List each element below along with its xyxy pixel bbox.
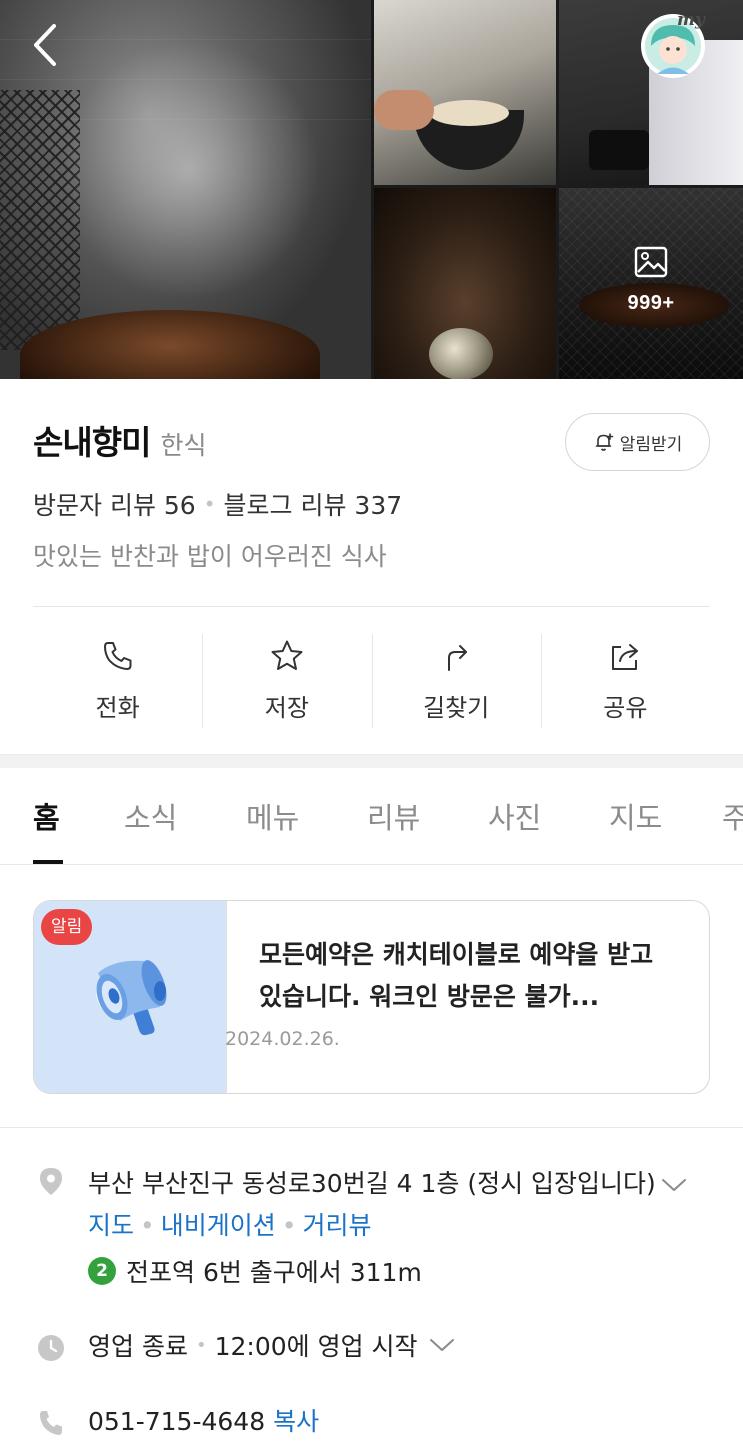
clock-icon [38,1335,64,1361]
more-photos-overlay[interactable] [559,188,743,379]
separator-dot: • [140,1211,155,1240]
map-link[interactable]: 지도 [88,1211,134,1240]
location-pin-icon [40,1168,62,1195]
divider [0,1127,743,1128]
active-tab-indicator [33,860,63,864]
place-category: 한식 [160,431,207,460]
review-summary: 방문자 리뷰 56 • 블로그 리뷰 337 [33,486,402,522]
save-label: 저장 [264,693,309,722]
share-label: 공유 [603,693,648,722]
next-open-time: 12:00에 영업 시작 [214,1332,418,1361]
tab-map[interactable]: 지도 [609,795,662,837]
photo-thumbnail[interactable] [374,188,556,379]
visitor-reviews-link[interactable]: 방문자 리뷰 56 [33,486,196,522]
subway-text: 전포역 6번 출구에서 311m [126,1258,422,1287]
blog-reviews-link[interactable]: 블로그 리뷰 337 [224,486,403,522]
notice-card[interactable]: 알림 모든예약은 캐치테이블로 예약을 받고 있습니다. 워크인 방문은 불가.… [33,900,710,1094]
divider [33,606,710,607]
separator-dot: • [203,492,216,516]
address-row: 부산 부산진구 동성로30번길 4 1층 (정시 입장입니다)지도 • 내비게이션 •… [88,1163,708,1247]
place-name: 손내향미 [33,423,151,462]
street-view-link[interactable]: 거리뷰 [303,1211,372,1240]
chevron-down-icon[interactable] [660,1175,688,1195]
tab-news[interactable]: 소식 [124,795,177,837]
share-button[interactable]: 공유 [540,630,710,730]
notice-date: 2024.02.26. [225,1028,340,1050]
bell-plus-icon [595,433,614,451]
call-label: 전화 [95,693,140,722]
separator-dot: • [195,1334,207,1356]
photo-rice-ball [429,328,493,379]
photo-rice [429,100,509,126]
section-gap [0,754,743,768]
notice-text: 모든예약은 캐치테이블로 예약을 받고 있습니다. 워크인 방문은 불가... [259,940,654,1011]
save-button[interactable]: 저장 [202,630,371,730]
phone-row: 051-715-4648 복사 [88,1402,319,1438]
photo-pot [589,130,649,170]
notify-label: 알림받기 [619,434,683,455]
svg-text:my: my [677,10,706,30]
business-status: 영업 종료 [88,1332,188,1361]
back-button[interactable] [22,20,72,70]
separator-dot: • [281,1211,297,1240]
subway-row: 2 전포역 6번 출구에서 311m [88,1253,422,1289]
tab-reviews[interactable]: 리뷰 [367,795,420,837]
tab-photos[interactable]: 사진 [488,795,541,837]
address-text: 부산 부산진구 동성로30번길 4 1층 (정시 입장입니다) [88,1169,656,1198]
phone-number[interactable]: 051-715-4648 [88,1407,265,1436]
tab-home[interactable]: 홈 [33,795,60,837]
photo-smoke [60,40,320,300]
my-profile-button[interactable]: my [637,7,712,79]
notice-badge: 알림 [41,909,93,945]
photo-count: 999+ [627,292,675,314]
photo-hand [374,90,434,130]
megaphone-icon [96,960,167,1036]
image-icon [634,246,668,278]
tab-bar: 홈 소식 메뉴 리뷰 사진 지도 주 [0,769,743,865]
call-button[interactable]: 전화 [33,630,202,730]
directions-button[interactable]: 길찾기 [371,630,541,730]
photo-thumbnail[interactable] [374,0,556,185]
phone-icon [40,1411,62,1435]
hours-row[interactable]: 영업 종료 • 12:00에 영업 시작 [88,1327,456,1363]
navigation-link[interactable]: 내비게이션 [161,1211,276,1240]
notify-button[interactable]: 알림받기 [565,413,710,471]
subway-line-badge: 2 [88,1257,116,1285]
tab-menu[interactable]: 메뉴 [246,795,299,837]
place-description: 맛있는 반찬과 밥이 어우러진 식사 [33,542,387,571]
action-bar: 전화 저장 길찾기 공유 [33,630,710,730]
copy-phone-button[interactable]: 복사 [273,1407,319,1436]
chevron-down-icon[interactable] [428,1335,456,1355]
tab-more[interactable]: 주 [722,795,743,837]
directions-icon [448,644,468,671]
phone-icon [103,641,132,670]
star-icon [271,640,303,670]
share-icon [612,643,639,670]
place-title-row: 손내향미 한식 [33,416,206,462]
directions-label: 길찾기 [423,693,490,722]
